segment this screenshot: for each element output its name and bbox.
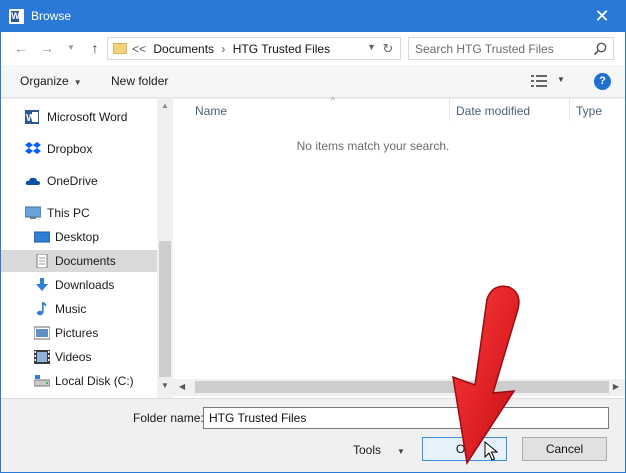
pictures-icon (34, 326, 50, 340)
word-app-icon-letter: W (11, 11, 20, 21)
sidebar-scrollbar[interactable]: ▲ ▼ (157, 99, 173, 398)
up-arrow-icon: ↑ (91, 40, 99, 56)
local-disk-icon (34, 375, 50, 387)
search-box (408, 37, 614, 60)
sidebar-item-onedrive[interactable]: OneDrive (1, 170, 157, 192)
sort-ascending-icon: ^ (331, 96, 335, 105)
dropbox-icon (25, 142, 41, 154)
this-pc-icon (25, 206, 41, 219)
forward-arrow-icon: → (40, 40, 54, 56)
word-app-icon: W (9, 9, 24, 24)
tools-label: Tools (353, 443, 382, 457)
refresh-button[interactable]: ↻ (379, 39, 397, 58)
sidebar-item-label: Local Disk (C:) (55, 374, 134, 388)
music-icon (37, 302, 47, 316)
scroll-up-icon[interactable]: ▲ (161, 101, 169, 110)
recent-locations-button[interactable]: ▼ (61, 38, 81, 58)
navigation-pane: W Microsoft Word Dropbox OneDrive This P… (1, 99, 173, 398)
documents-icon (36, 254, 48, 268)
sidebar-item-desktop[interactable]: Desktop (1, 226, 157, 248)
sidebar-item-downloads[interactable]: Downloads (1, 274, 157, 296)
downloads-icon (36, 278, 48, 291)
sidebar-item-videos[interactable]: Videos (1, 346, 157, 368)
column-header-name-label: Name (195, 104, 228, 118)
search-icon[interactable] (592, 41, 608, 57)
svg-text:W: W (26, 113, 36, 124)
chevron-down-icon: ▼ (397, 447, 405, 456)
sidebar-item-label: OneDrive (47, 174, 98, 188)
onedrive-icon (25, 177, 40, 185)
sidebar-item-label: Downloads (55, 278, 115, 292)
chevron-down-icon: ▼ (73, 78, 82, 87)
column-header-date-modified[interactable]: Date modified (449, 99, 569, 121)
scroll-left-icon[interactable]: ◀ (179, 382, 185, 391)
sidebar-item-pictures[interactable]: Pictures (1, 322, 157, 344)
sidebar-item-label: Music (55, 302, 87, 316)
column-header-name[interactable]: ^ Name (189, 96, 449, 121)
cancel-button[interactable]: Cancel (522, 437, 607, 461)
organize-menu[interactable]: Organize ▼ (20, 74, 82, 88)
sidebar-scrollbar-thumb[interactable] (159, 241, 171, 377)
file-list: ^ Name Date modified Type No items match… (173, 96, 625, 398)
sidebar-item-microsoft-word[interactable]: W Microsoft Word (1, 106, 157, 128)
scroll-down-icon[interactable]: ▼ (161, 381, 169, 390)
breadcrumb: << Documents › HTG Trusted Files (132, 42, 330, 56)
scroll-right-icon[interactable]: ▶ (613, 382, 619, 391)
close-icon: ✕ (594, 6, 610, 26)
sidebar-item-local-disk[interactable]: Local Disk (C:) (1, 370, 157, 392)
column-header-date-label: Date modified (456, 104, 531, 118)
close-button[interactable]: ✕ (579, 1, 625, 32)
mouse-cursor-icon (484, 441, 498, 461)
breadcrumb-documents[interactable]: Documents (153, 42, 214, 56)
new-folder-button[interactable]: New folder (111, 74, 168, 88)
sidebar-item-label: Pictures (55, 326, 99, 340)
empty-state-message: No items match your search. (296, 139, 450, 153)
search-input[interactable] (415, 41, 585, 57)
sidebar-item-label: Documents (55, 254, 116, 268)
back-button[interactable]: ← (11, 38, 31, 58)
horizontal-scrollbar[interactable]: ◀ ▶ (173, 379, 625, 396)
breadcrumb-overflow[interactable]: << (132, 42, 146, 56)
view-options-chevron-icon[interactable]: ▼ (557, 75, 565, 84)
back-arrow-icon: ← (14, 40, 28, 56)
tools-menu[interactable]: Tools ▼ (353, 443, 405, 457)
chevron-down-icon: ▼ (67, 43, 75, 52)
column-header-type-label: Type (576, 104, 603, 118)
up-button[interactable]: ↑ (85, 38, 105, 58)
change-view-icon[interactable] (531, 75, 547, 87)
sidebar-item-label: Videos (55, 350, 92, 364)
help-button[interactable]: ? (594, 73, 611, 90)
videos-icon (34, 350, 50, 364)
command-bar: Organize ▼ New folder ▼ ? (1, 65, 625, 98)
sidebar-item-label: Desktop (55, 230, 100, 244)
sidebar-item-documents[interactable]: Documents (1, 250, 157, 272)
forward-button[interactable]: → (37, 38, 57, 58)
sidebar-item-label: Dropbox (47, 142, 93, 156)
organize-label: Organize (20, 74, 69, 88)
breadcrumb-htg-trusted-files[interactable]: HTG Trusted Files (233, 42, 330, 56)
navigation-bar: ← → ▼ ↑ << Documents › HTG Trusted Files… (1, 32, 625, 65)
browse-dialog: W Browse ✕ ← → ▼ ↑ << Documents › HTG Tr… (0, 0, 626, 473)
sidebar-item-label: Microsoft Word (47, 110, 128, 124)
sidebar-item-dropbox[interactable]: Dropbox (1, 138, 157, 160)
breadcrumb-separator-icon: › (221, 42, 226, 56)
address-dropdown-icon[interactable]: ▼ (367, 42, 376, 52)
sidebar-item-this-pc[interactable]: This PC (1, 202, 157, 224)
refresh-icon: ↻ (382, 41, 394, 56)
folder-icon (113, 43, 127, 54)
folder-name-label: Folder name: (133, 411, 204, 425)
address-bar[interactable]: << Documents › HTG Trusted Files ▼ ↻ (107, 37, 401, 60)
window-title: Browse (31, 9, 72, 23)
sidebar-item-music[interactable]: Music (1, 298, 157, 320)
title-bar: W Browse ✕ (1, 1, 625, 32)
desktop-icon (34, 231, 50, 243)
dialog-footer: Folder name: Tools▼ OK Cancel (1, 398, 625, 472)
folder-name-input[interactable] (203, 407, 609, 429)
word-icon: W (25, 110, 39, 124)
column-header-type[interactable]: Type (569, 99, 625, 121)
horizontal-scrollbar-thumb[interactable] (195, 381, 609, 393)
sidebar-item-label: This PC (47, 206, 90, 220)
